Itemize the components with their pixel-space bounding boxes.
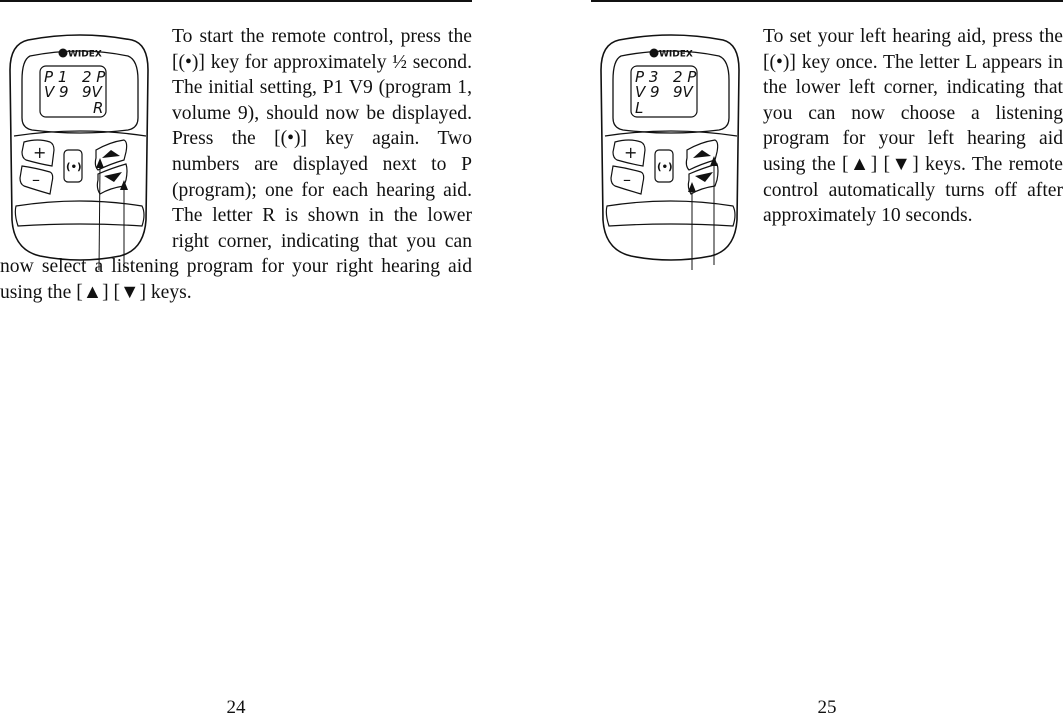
brand-logo: WIDEX (659, 50, 693, 60)
center-key-icon: (•) (657, 162, 673, 173)
page-right: WIDEX P 3 2 P V 9 9V L + – (•) To set yo… (591, 0, 1063, 718)
page-left: WIDEX P 1 2 P V 9 9V R + – (•) To start … (0, 0, 472, 718)
instruction-text: To set your left hearing aid, press the … (763, 26, 1063, 227)
instruction-paragraph: To start the remote control, press the [… (0, 24, 472, 306)
widex-logo-icon (649, 48, 659, 58)
lcd-corner-letter: L (635, 99, 643, 117)
top-rule (0, 0, 472, 2)
lcd-row2-right: 9V (673, 83, 695, 101)
lower-panel (605, 200, 736, 227)
top-rule (591, 0, 1063, 2)
down-arrow-icon (695, 172, 713, 182)
up-arrow-icon (693, 150, 711, 158)
plus-icon: + (624, 143, 637, 162)
remote-control-illustration: WIDEX P 3 2 P V 9 9V L + – (•) (600, 34, 740, 270)
instruction-paragraph: To set your left hearing aid, press the … (763, 24, 1063, 229)
device-outline (600, 34, 740, 261)
minus-icon: – (623, 170, 631, 189)
pointer-arrowhead-down (688, 182, 696, 192)
illustration-spacer (0, 24, 172, 229)
